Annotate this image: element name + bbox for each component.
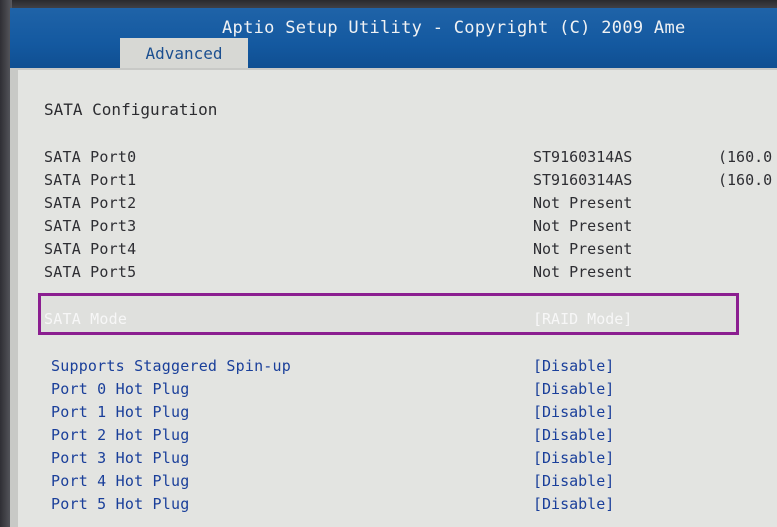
- port-device: Not Present: [533, 194, 633, 212]
- port-label: SATA Port4: [44, 240, 137, 258]
- port-device: Not Present: [533, 263, 633, 281]
- option-value[interactable]: [Disable]: [533, 380, 614, 398]
- option-label: Port 2 Hot Plug: [51, 426, 190, 444]
- port1-hot-plug-row[interactable]: Port 1 Hot Plug [Disable]: [18, 403, 777, 425]
- sata-mode-value[interactable]: [RAID Mode]: [533, 310, 632, 328]
- option-value[interactable]: [Disable]: [533, 357, 614, 375]
- port-device: ST9160314AS: [533, 148, 633, 166]
- option-value[interactable]: [Disable]: [533, 403, 614, 421]
- sata-mode-row[interactable]: SATA Mode [RAID Mode]: [18, 310, 777, 332]
- port0-hot-plug-row[interactable]: Port 0 Hot Plug [Disable]: [18, 380, 777, 402]
- sata-port3-row: SATA Port3 Not Present: [18, 217, 777, 239]
- tab-advanced[interactable]: Advanced: [120, 38, 248, 68]
- sata-port2-row: SATA Port2 Not Present: [18, 194, 777, 216]
- option-label: Port 5 Hot Plug: [51, 495, 190, 513]
- title-bar: Aptio Setup Utility - Copyright (C) 2009…: [10, 8, 777, 68]
- option-label: Port 0 Hot Plug: [51, 380, 190, 398]
- option-value[interactable]: [Disable]: [533, 472, 614, 490]
- port-capacity: (160.0: [718, 148, 773, 166]
- port-label: SATA Port5: [44, 263, 137, 281]
- content-panel: SATA Configuration SATA Port0 ST9160314A…: [18, 70, 777, 527]
- sata-port0-row: SATA Port0 ST9160314AS (160.0: [18, 148, 777, 170]
- option-value[interactable]: [Disable]: [533, 426, 614, 444]
- port-device: Not Present: [533, 240, 633, 258]
- option-label: Port 4 Hot Plug: [51, 472, 190, 490]
- option-label: Port 3 Hot Plug: [51, 449, 190, 467]
- staggered-spinup-row[interactable]: Supports Staggered Spin-up [Disable]: [18, 357, 777, 379]
- port-label: SATA Port1: [44, 171, 137, 189]
- option-label: Port 1 Hot Plug: [51, 403, 190, 421]
- port-label: SATA Port0: [44, 148, 137, 166]
- option-value[interactable]: [Disable]: [533, 495, 614, 513]
- sata-port4-row: SATA Port4 Not Present: [18, 240, 777, 262]
- sata-port1-row: SATA Port1 ST9160314AS (160.0: [18, 171, 777, 193]
- port3-hot-plug-row[interactable]: Port 3 Hot Plug [Disable]: [18, 449, 777, 471]
- port-capacity: (160.0: [718, 171, 773, 189]
- sata-port5-row: SATA Port5 Not Present: [18, 263, 777, 285]
- port5-hot-plug-row[interactable]: Port 5 Hot Plug [Disable]: [18, 495, 777, 517]
- port4-hot-plug-row[interactable]: Port 4 Hot Plug [Disable]: [18, 472, 777, 494]
- option-value[interactable]: [Disable]: [533, 449, 614, 467]
- port-label: SATA Port3: [44, 217, 137, 235]
- port-device: ST9160314AS: [533, 171, 633, 189]
- port-label: SATA Port2: [44, 194, 137, 212]
- port2-hot-plug-row[interactable]: Port 2 Hot Plug [Disable]: [18, 426, 777, 448]
- sata-mode-label: SATA Mode: [44, 310, 128, 328]
- bios-screen: Aptio Setup Utility - Copyright (C) 2009…: [10, 8, 777, 527]
- port-device: Not Present: [533, 217, 633, 235]
- option-label: Supports Staggered Spin-up: [51, 357, 291, 375]
- page-title: SATA Configuration: [44, 100, 218, 119]
- app-title: Aptio Setup Utility - Copyright (C) 2009…: [222, 18, 686, 38]
